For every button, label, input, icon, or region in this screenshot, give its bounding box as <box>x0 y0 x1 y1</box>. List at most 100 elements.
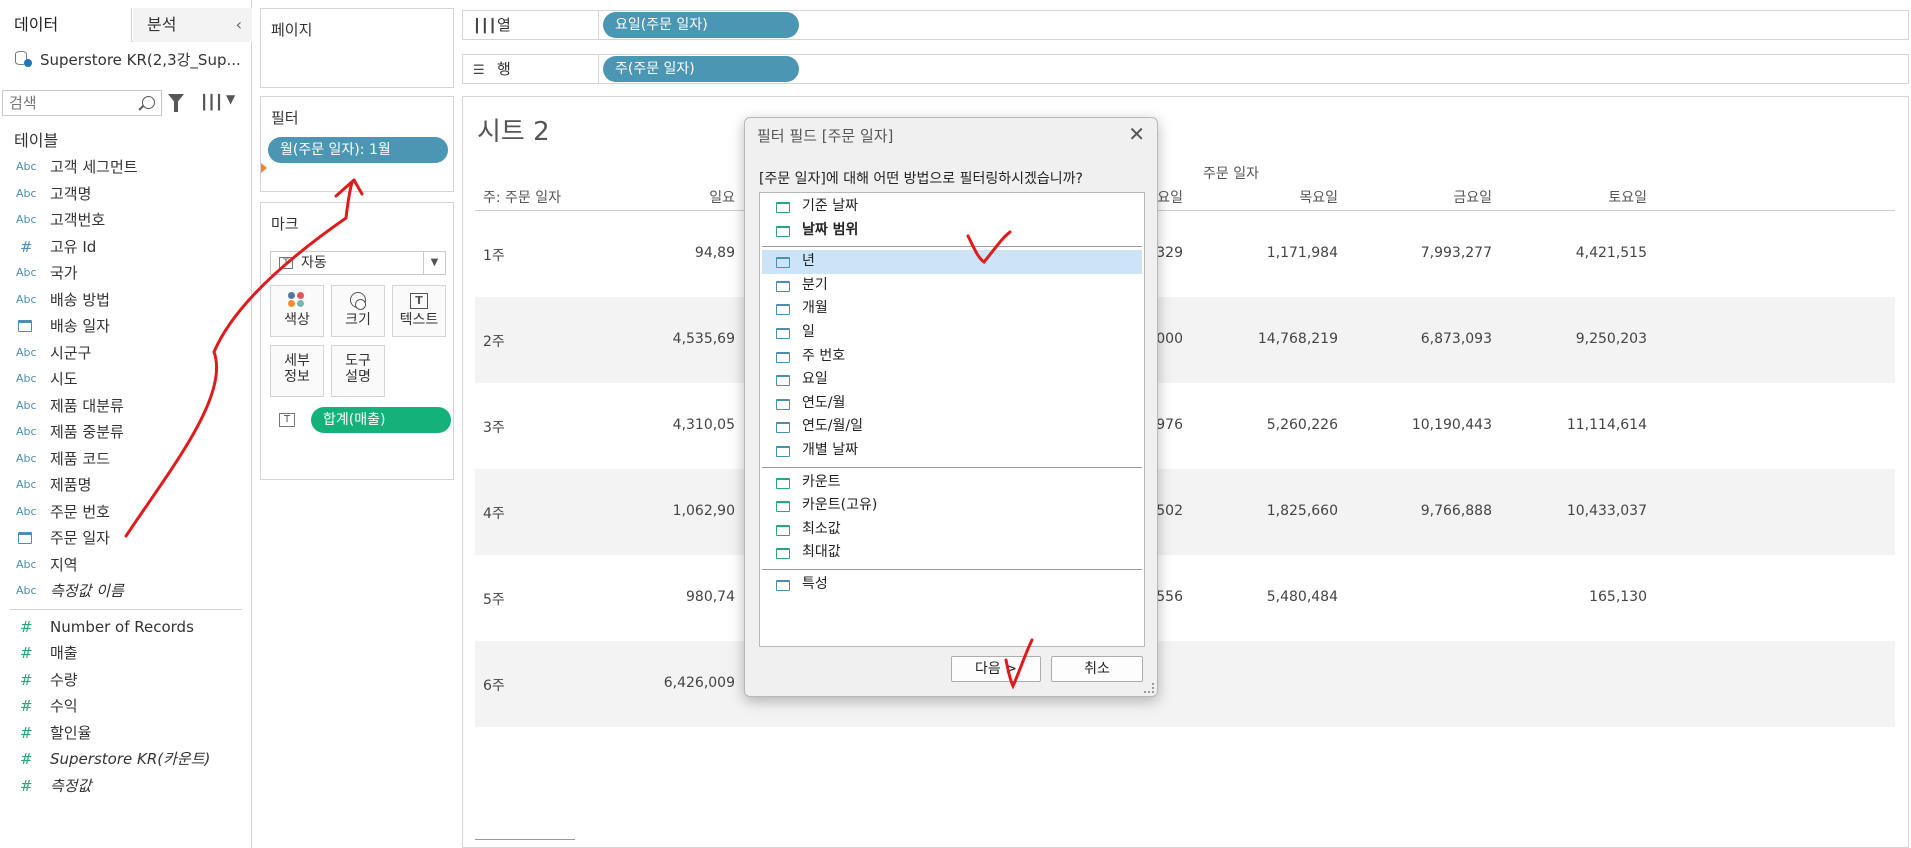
table-cell[interactable]: 4,421,515 <box>1487 245 1647 261</box>
detail-button[interactable]: 세부 정보 <box>270 345 324 397</box>
column-header[interactable]: 토요일 <box>1487 187 1647 207</box>
row-header[interactable]: 6주 <box>483 675 505 695</box>
filter-option[interactable]: 최대값 <box>760 541 1144 565</box>
row-header[interactable]: 1주 <box>483 245 505 265</box>
resize-grip-icon[interactable] <box>1144 683 1154 693</box>
filter-option[interactable]: 연도/월/일 <box>760 415 1144 439</box>
field-item[interactable]: Abc 시군구 <box>0 340 252 367</box>
table-cell[interactable]: 980,74 <box>575 589 735 605</box>
field-item[interactable]: # 측정값 <box>0 773 252 800</box>
field-item[interactable]: 주문 일자 <box>0 525 252 552</box>
pages-shelf[interactable]: 페이지 <box>260 8 454 88</box>
cancel-button[interactable]: 취소 <box>1051 656 1143 682</box>
filters-shelf[interactable]: 필터 월(주문 일자): 1월 <box>260 96 454 192</box>
table-cell[interactable]: 4,535,69 <box>575 331 735 347</box>
collapse-icon[interactable]: ‹ <box>236 8 242 42</box>
filter-option[interactable]: 카운트 <box>760 471 1144 495</box>
field-item[interactable]: # Number of Records <box>0 614 252 641</box>
row-header[interactable]: 5주 <box>483 589 505 609</box>
search-icon[interactable] <box>142 96 155 109</box>
field-item[interactable]: Abc 시도 <box>0 366 252 393</box>
row-header[interactable]: 3주 <box>483 417 505 437</box>
field-item[interactable]: Abc 고객 세그먼트 <box>0 154 252 181</box>
rows-shelf[interactable]: ☰ 행 주(주문 일자) <box>462 54 1909 84</box>
column-header[interactable]: 금요일 <box>1332 187 1492 207</box>
field-item[interactable]: Abc 제품 코드 <box>0 446 252 473</box>
filter-option[interactable]: 년 <box>762 250 1142 274</box>
chevron-down-icon[interactable]: ▼ <box>423 252 445 274</box>
filter-option[interactable]: 주 번호 <box>760 345 1144 369</box>
search-input[interactable] <box>3 91 129 115</box>
tooltip-button[interactable]: 도구 설명 <box>331 345 385 397</box>
field-item[interactable]: Abc 제품 중분류 <box>0 419 252 446</box>
filter-option[interactable]: 날짜 범위 <box>760 219 1144 243</box>
tab-analysis[interactable]: 분석 ‹ <box>133 8 252 42</box>
field-item[interactable]: # 할인율 <box>0 720 252 747</box>
filter-icon[interactable] <box>168 94 184 112</box>
field-item[interactable]: # 수익 <box>0 693 252 720</box>
column-header[interactable]: 목요일 <box>1178 187 1338 207</box>
table-cell[interactable]: 10,433,037 <box>1487 503 1647 519</box>
table-cell[interactable]: 165,130 <box>1487 589 1647 605</box>
field-item[interactable]: # 수량 <box>0 667 252 694</box>
mark-type-select[interactable]: T 자동 ▼ <box>270 251 446 275</box>
table-cell[interactable]: 10,190,443 <box>1332 417 1492 433</box>
field-item[interactable]: # 고유 Id <box>0 234 252 261</box>
columns-pill[interactable]: 요일(주문 일자) <box>603 12 799 38</box>
filter-option[interactable]: 연도/월 <box>760 392 1144 416</box>
filter-option[interactable]: 특성 <box>760 573 1144 597</box>
tab-data[interactable]: 데이터 <box>0 8 132 42</box>
sum-sales-pill[interactable]: 합계(매출) <box>311 407 451 433</box>
table-cell[interactable]: 1,062,90 <box>575 503 735 519</box>
close-icon[interactable]: ✕ <box>1128 122 1145 146</box>
color-button[interactable]: 색상 <box>270 285 324 337</box>
filter-pill[interactable]: 월(주문 일자): 1월 <box>268 137 448 163</box>
filter-option[interactable]: 카운트(고유) <box>760 494 1144 518</box>
list-view-icon[interactable]: ┃┃┃ <box>200 95 223 111</box>
size-button[interactable]: 크기 <box>331 285 385 337</box>
text-button[interactable]: T 텍스트 <box>392 285 446 337</box>
field-item[interactable]: Abc 고객번호 <box>0 207 252 234</box>
next-button[interactable]: 다음 > <box>951 656 1041 682</box>
table-cell[interactable]: 6,426,009 <box>575 675 735 691</box>
table-cell[interactable]: 7,993,277 <box>1332 245 1492 261</box>
filter-option[interactable]: 일 <box>760 321 1144 345</box>
filter-option[interactable]: 기준 날짜 <box>760 195 1144 219</box>
column-header[interactable]: 일요 <box>575 187 735 207</box>
table-cell[interactable]: 5,480,484 <box>1178 589 1338 605</box>
filter-option[interactable]: 개월 <box>760 297 1144 321</box>
columns-shelf[interactable]: ┃┃┃열 요일(주문 일자) <box>462 10 1909 40</box>
sheet-title[interactable]: 시트 2 <box>477 111 550 148</box>
filter-option[interactable]: 최소값 <box>760 518 1144 542</box>
chevron-down-icon[interactable]: ▼ <box>226 92 235 106</box>
rows-pill[interactable]: 주(주문 일자) <box>603 56 799 82</box>
table-cell[interactable]: 9,250,203 <box>1487 331 1647 347</box>
table-cell[interactable]: 11,114,614 <box>1487 417 1647 433</box>
table-cell[interactable]: 14,768,219 <box>1178 331 1338 347</box>
filter-method-list[interactable]: 기준 날짜 날짜 범위년 분기 개월 일 주 번호 요일 연도/월 연도/월/일 개별 날짜카운트… <box>759 192 1145 647</box>
row-header[interactable]: 4주 <box>483 503 505 523</box>
filter-option[interactable]: 분기 <box>760 274 1144 298</box>
datasource-item[interactable]: Superstore KR(2,3강_Sup... <box>14 48 241 72</box>
field-item[interactable]: 배송 일자 <box>0 313 252 340</box>
field-item[interactable]: # Superstore KR(카운트) <box>0 746 252 773</box>
table-cell[interactable]: 94,89 <box>575 245 735 261</box>
field-item[interactable]: Abc 측정값 이름 <box>0 578 252 605</box>
field-item[interactable]: Abc 제품 대분류 <box>0 393 252 420</box>
filter-option[interactable]: 요일 <box>760 368 1144 392</box>
field-item[interactable]: # 매출 <box>0 640 252 667</box>
field-item[interactable]: Abc 제품명 <box>0 472 252 499</box>
table-cell[interactable]: 1,825,660 <box>1178 503 1338 519</box>
field-item[interactable]: Abc 국가 <box>0 260 252 287</box>
field-item[interactable]: Abc 배송 방법 <box>0 287 252 314</box>
table-cell[interactable]: 5,260,226 <box>1178 417 1338 433</box>
table-cell[interactable]: 9,766,888 <box>1332 503 1492 519</box>
table-cell[interactable]: 1,171,984 <box>1178 245 1338 261</box>
table-cell[interactable]: 6,873,093 <box>1332 331 1492 347</box>
field-item[interactable]: Abc 고객명 <box>0 181 252 208</box>
field-item[interactable]: Abc 지역 <box>0 552 252 579</box>
filter-option[interactable]: 개별 날짜 <box>760 439 1144 463</box>
table-cell[interactable]: 4,310,05 <box>575 417 735 433</box>
field-item[interactable]: Abc 주문 번호 <box>0 499 252 526</box>
row-header[interactable]: 2주 <box>483 331 505 351</box>
